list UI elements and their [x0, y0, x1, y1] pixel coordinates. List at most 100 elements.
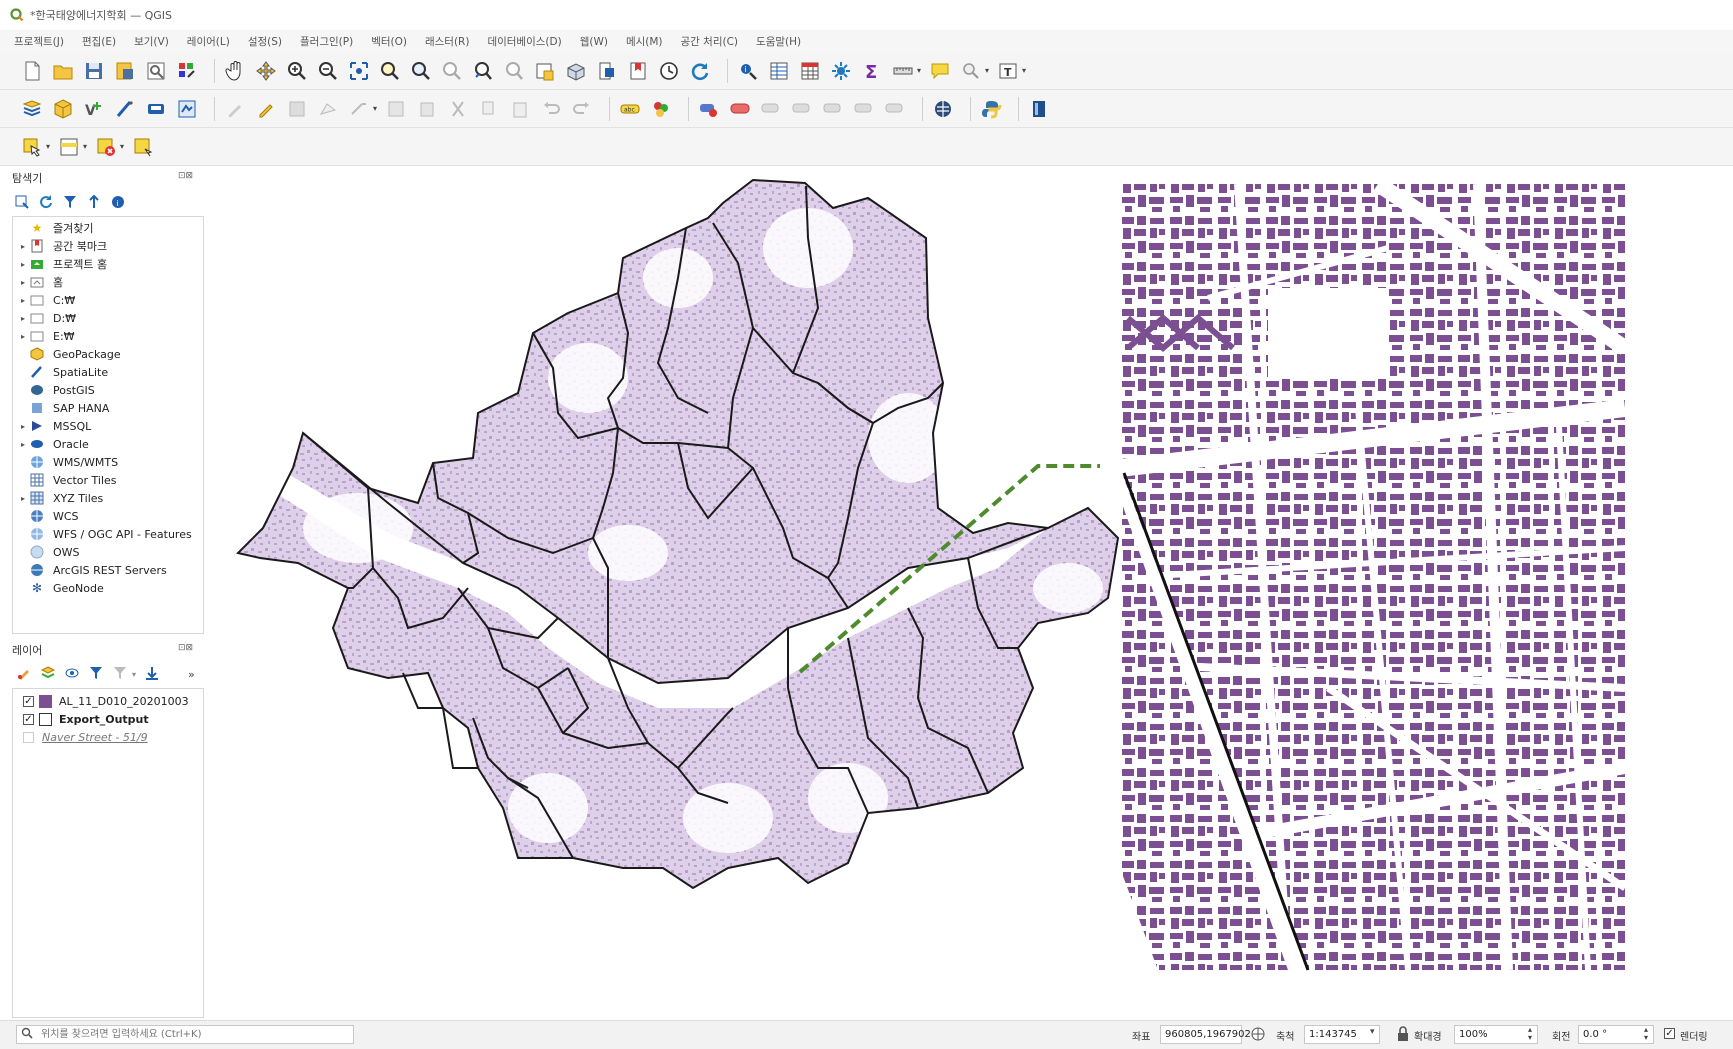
- menu-settings[interactable]: 설정(S): [248, 34, 282, 49]
- browser-item-drive-c[interactable]: ▸ C:₩: [17, 291, 75, 309]
- menu-database[interactable]: 데이터베이스(D): [487, 34, 561, 49]
- rotation-stepper-icon[interactable]: ▴ ▾: [1644, 1026, 1648, 1042]
- decorations-dropdown-icon[interactable]: ▾: [985, 66, 989, 75]
- select-value-dropdown-icon[interactable]: ▾: [83, 142, 87, 151]
- browser-item-postgis[interactable]: PostGIS: [17, 381, 95, 399]
- browser-item-spatialite[interactable]: SpatiaLite: [17, 363, 108, 381]
- collapse-all-icon[interactable]: [86, 194, 102, 213]
- deselect-dropdown-icon[interactable]: ▾: [120, 142, 124, 151]
- save-edits-icon[interactable]: [285, 97, 309, 121]
- clock-icon[interactable]: [657, 59, 681, 83]
- select-dropdown-icon[interactable]: ▾: [46, 142, 50, 151]
- manage-visibility-icon[interactable]: [64, 665, 80, 684]
- measure-icon[interactable]: [891, 59, 915, 83]
- annotation-dropdown-icon[interactable]: ▾: [1022, 66, 1026, 75]
- select-features-icon[interactable]: [20, 135, 44, 159]
- quickmapservices-icon[interactable]: [931, 97, 955, 121]
- zoom-last-icon[interactable]: [471, 59, 495, 83]
- expand-all-icon[interactable]: [144, 665, 160, 684]
- rotate-label-icon[interactable]: [790, 97, 814, 121]
- zoom-full-icon[interactable]: [347, 59, 371, 83]
- layer-checkbox[interactable]: ✓: [23, 695, 34, 707]
- browser-item-ows[interactable]: OWS: [17, 543, 80, 561]
- show-hide-labels-icon[interactable]: [728, 97, 752, 121]
- undo-icon[interactable]: [539, 97, 563, 121]
- redo-icon[interactable]: [570, 97, 594, 121]
- lock-scale-icon[interactable]: [1396, 1026, 1410, 1045]
- browser-item-favorites[interactable]: ★ 즐겨찾기: [17, 219, 94, 237]
- add-feature-icon[interactable]: [316, 97, 340, 121]
- menu-help[interactable]: 도움말(H): [756, 34, 801, 49]
- browser-item-geonode[interactable]: ✻ GeoNode: [17, 579, 104, 597]
- magnifier-spinbox[interactable]: 100%: [1454, 1025, 1538, 1044]
- add-group-icon[interactable]: [40, 665, 56, 684]
- refresh-icon[interactable]: [688, 59, 712, 83]
- render-checkbox[interactable]: ✓: [1664, 1028, 1675, 1039]
- print-layout-icon[interactable]: [144, 59, 168, 83]
- field-calculator-icon[interactable]: [798, 59, 822, 83]
- new-virtual-layer-icon[interactable]: V: [82, 97, 106, 121]
- browser-item-mssql[interactable]: ▸ MSSQL: [17, 417, 91, 435]
- copy-features-icon[interactable]: [477, 97, 501, 121]
- menu-layer[interactable]: 레이어(L): [187, 34, 230, 49]
- browser-item-wfs[interactable]: WFS / OGC API - Features: [17, 525, 192, 543]
- menu-mesh[interactable]: 메시(M): [626, 34, 663, 49]
- zoom-native-icon[interactable]: [440, 59, 464, 83]
- bookmarks-icon[interactable]: [626, 59, 650, 83]
- filter-expression-icon[interactable]: [112, 665, 128, 684]
- layer-row-naver-street[interactable]: Naver Street - 51/9: [23, 729, 148, 745]
- menu-vector[interactable]: 벡터(O): [371, 34, 407, 49]
- data-source-manager-icon[interactable]: [20, 97, 44, 121]
- layers-panel-controls[interactable]: ⊡⊠: [178, 643, 193, 653]
- coordinate-toggle-icon[interactable]: [1250, 1026, 1266, 1045]
- refresh-browser-icon[interactable]: [38, 194, 54, 213]
- layer-row-buildings[interactable]: ✓ AL_11_D010_20201003: [23, 693, 189, 709]
- label-tool-icon[interactable]: abc: [618, 97, 642, 121]
- filter-dropdown-icon[interactable]: ▾: [132, 670, 136, 679]
- vertex-dropdown-icon[interactable]: ▾: [373, 104, 377, 113]
- statistics-sigma-icon[interactable]: Σ: [860, 59, 884, 83]
- zoom-in-icon[interactable]: [285, 59, 309, 83]
- browser-item-arcgis-rest[interactable]: ArcGIS REST Servers: [17, 561, 167, 579]
- menu-processing[interactable]: 공간 처리(C): [681, 34, 739, 49]
- filter-browser-icon[interactable]: [62, 194, 78, 213]
- python-console-icon[interactable]: [979, 97, 1003, 121]
- browser-item-wms-wmts[interactable]: WMS/WMTS: [17, 453, 118, 471]
- add-selected-icon[interactable]: [14, 194, 30, 213]
- browser-item-drive-d[interactable]: ▸ D:₩: [17, 309, 76, 327]
- current-edits-icon[interactable]: [223, 97, 247, 121]
- zoom-out-icon[interactable]: [316, 59, 340, 83]
- paste-features-icon[interactable]: [508, 97, 532, 121]
- open-project-icon[interactable]: [51, 59, 75, 83]
- change-label-icon[interactable]: [821, 97, 845, 121]
- scale-combobox[interactable]: 1:143745: [1304, 1025, 1380, 1044]
- layer-row-export-output[interactable]: ✓ Export_Output: [23, 711, 149, 727]
- style-manager-icon[interactable]: [175, 59, 199, 83]
- menu-edit[interactable]: 편집(E): [82, 34, 116, 49]
- browser-item-xyz-tiles[interactable]: ▸ XYZ Tiles: [17, 489, 103, 507]
- rotation-spinbox[interactable]: 0.0 °: [1578, 1025, 1654, 1044]
- map-canvas[interactable]: [208, 168, 1729, 1018]
- pan-icon[interactable]: [223, 59, 247, 83]
- layer-checkbox[interactable]: [23, 731, 34, 743]
- pan-to-selection-icon[interactable]: [254, 59, 278, 83]
- browser-item-spatial-bookmarks[interactable]: ▸ 공간 북마크: [17, 237, 107, 255]
- style-brush-icon[interactable]: [16, 665, 32, 684]
- measure-dropdown-icon[interactable]: ▾: [917, 66, 921, 75]
- zoom-next-icon[interactable]: [502, 59, 526, 83]
- vertex-tool-icon[interactable]: [347, 97, 371, 121]
- zoom-selection-icon[interactable]: [378, 59, 402, 83]
- save-project-icon[interactable]: [82, 59, 106, 83]
- scale-dropdown-icon[interactable]: ▾: [1370, 1027, 1375, 1037]
- menu-raster[interactable]: 래스터(R): [425, 34, 469, 49]
- pin-labels-icon[interactable]: [697, 97, 721, 121]
- browser-item-home[interactable]: ▸ 홈: [17, 273, 63, 291]
- temporal-controller-icon[interactable]: [595, 59, 619, 83]
- save-as-icon[interactable]: [113, 59, 137, 83]
- filter-legend-icon[interactable]: [88, 665, 104, 684]
- browser-item-wcs[interactable]: WCS: [17, 507, 79, 525]
- select-location-icon[interactable]: [131, 135, 155, 159]
- menu-web[interactable]: 웹(W): [580, 34, 608, 49]
- identify-icon[interactable]: i: [736, 59, 760, 83]
- cut-features-icon[interactable]: [446, 97, 470, 121]
